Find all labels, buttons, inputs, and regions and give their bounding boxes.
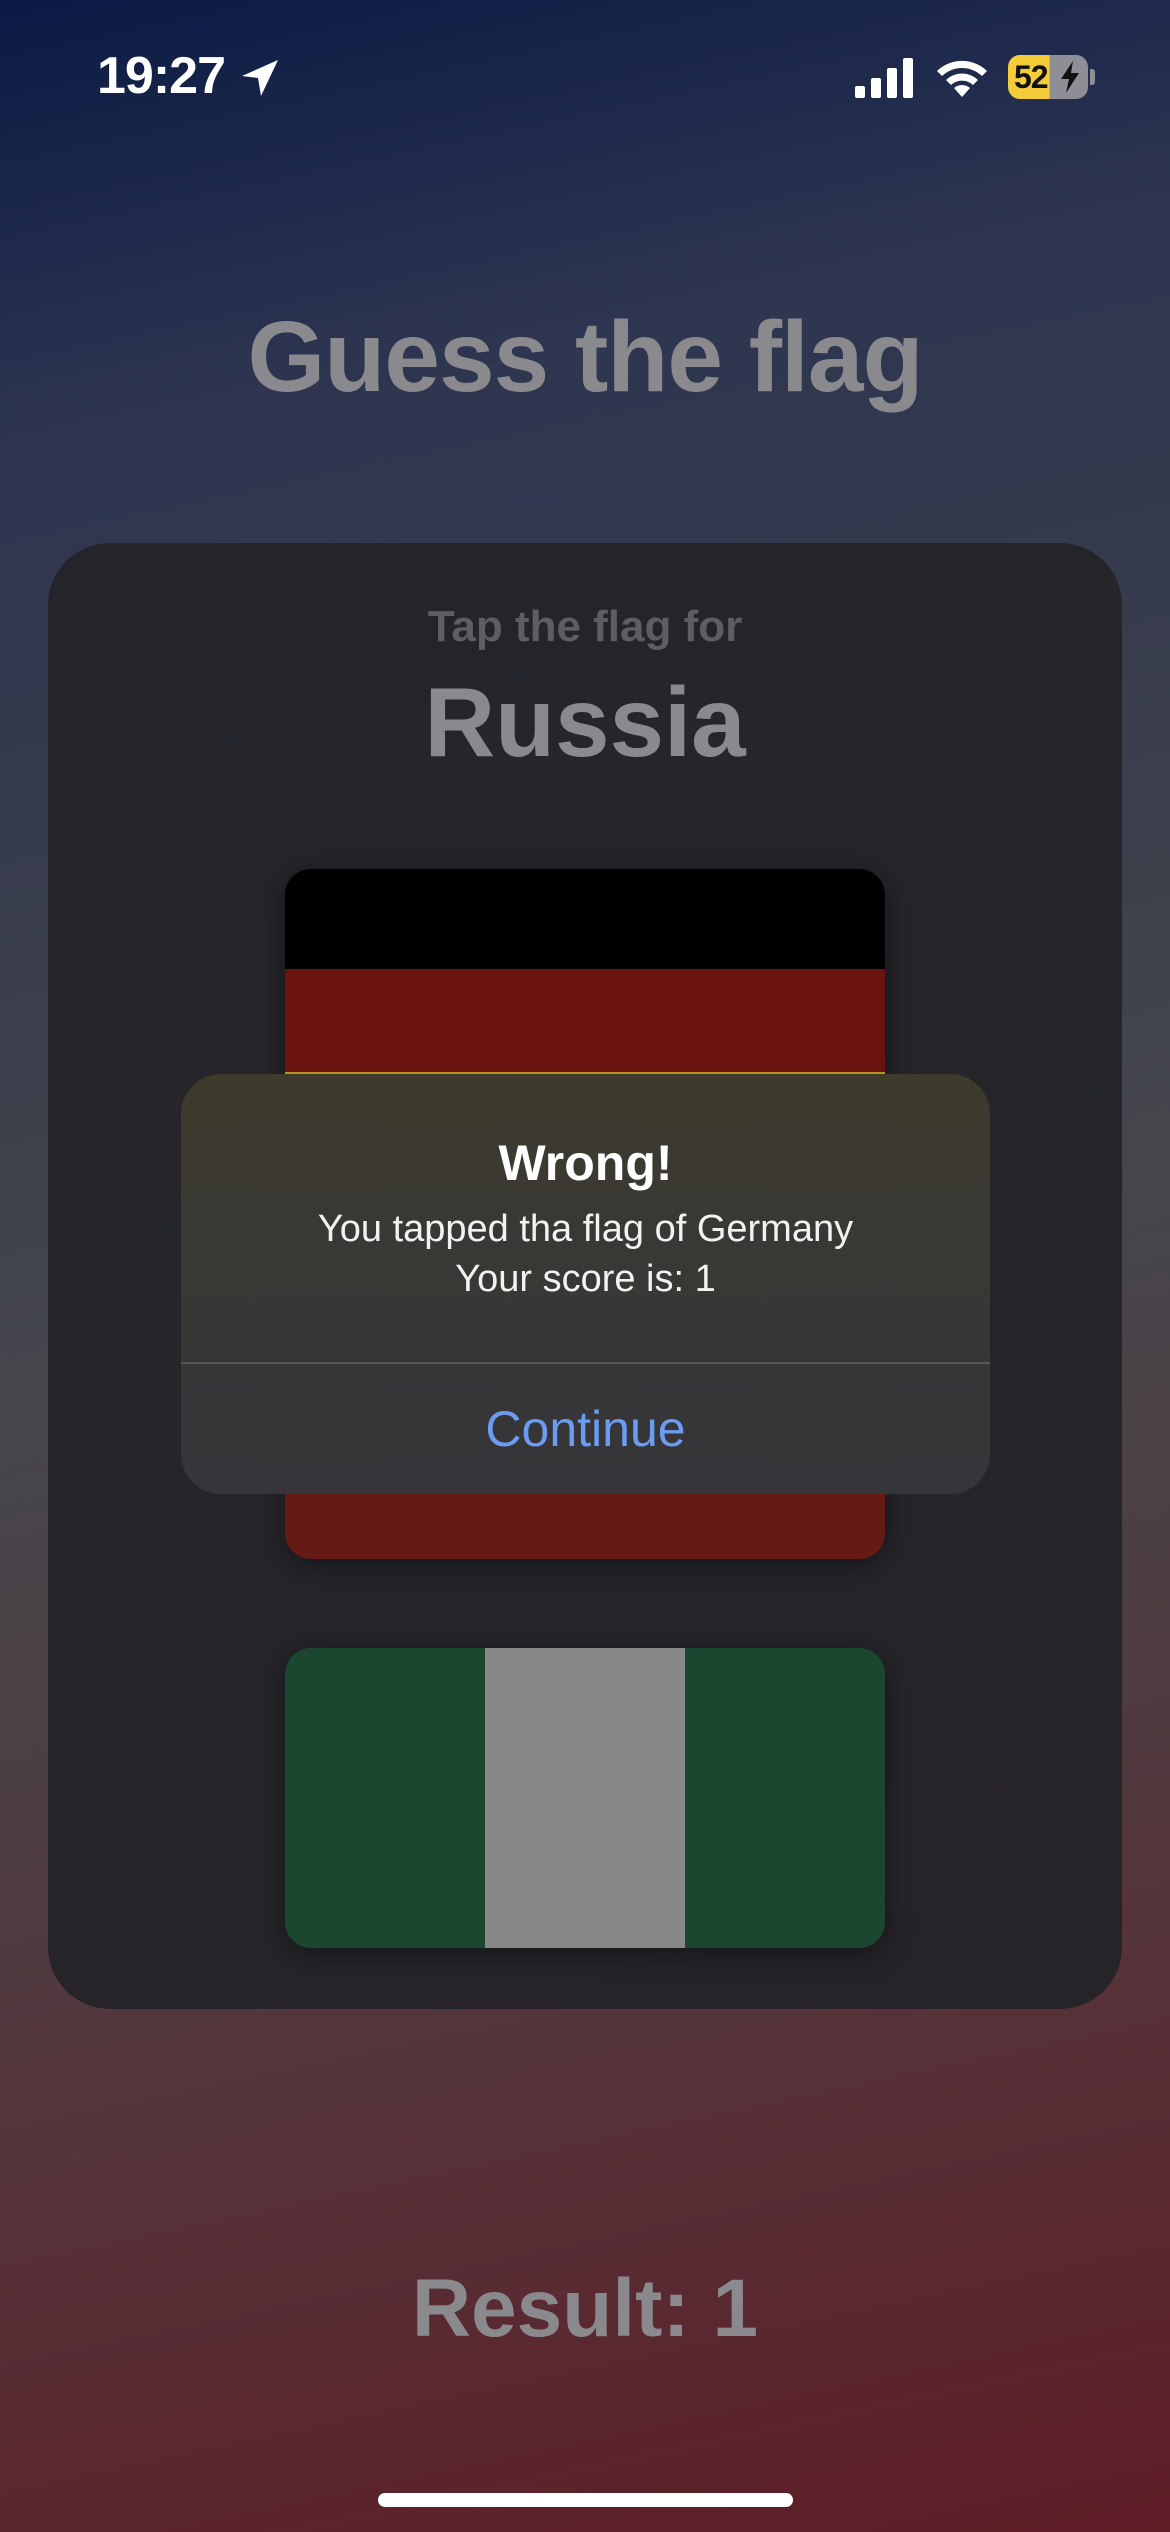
flag-stripe-white bbox=[485, 1648, 685, 1948]
page-title: Guess the flag bbox=[247, 301, 923, 413]
prompt-label: Tap the flag for bbox=[427, 602, 743, 651]
flag-stripe-red bbox=[285, 969, 885, 1072]
flag-button-nigeria[interactable] bbox=[285, 1648, 885, 1948]
status-time: 19:27 bbox=[97, 47, 226, 105]
alert-message: You tapped tha flag of Germany Your scor… bbox=[181, 1204, 990, 1304]
home-indicator[interactable] bbox=[378, 2493, 793, 2507]
battery-charging-icon: 52 bbox=[1008, 55, 1095, 99]
location-arrow-icon bbox=[242, 60, 278, 96]
alert-dialog: Wrong! You tapped tha flag of Germany Yo… bbox=[181, 1074, 990, 1494]
status-bar: 19:27 52 bbox=[0, 0, 1170, 150]
battery-level: 52 bbox=[1014, 59, 1049, 95]
cellular-signal-icon bbox=[855, 58, 913, 98]
alert-message-line1: You tapped tha flag of Germany bbox=[317, 1208, 854, 1250]
charging-bolt-icon bbox=[1061, 61, 1079, 93]
result-label: Result: 1 bbox=[411, 2263, 759, 2354]
continue-button[interactable]: Continue bbox=[181, 1364, 990, 1494]
target-country: Russia bbox=[424, 667, 746, 777]
flag-stripe-green-right bbox=[685, 1648, 885, 1948]
wifi-icon bbox=[937, 60, 987, 97]
flag-stripe-green-left bbox=[285, 1648, 485, 1948]
alert-title: Wrong! bbox=[498, 1135, 673, 1191]
alert-message-line2: Your score is: 1 bbox=[455, 1258, 716, 1300]
flag-stripe-black bbox=[285, 869, 885, 969]
